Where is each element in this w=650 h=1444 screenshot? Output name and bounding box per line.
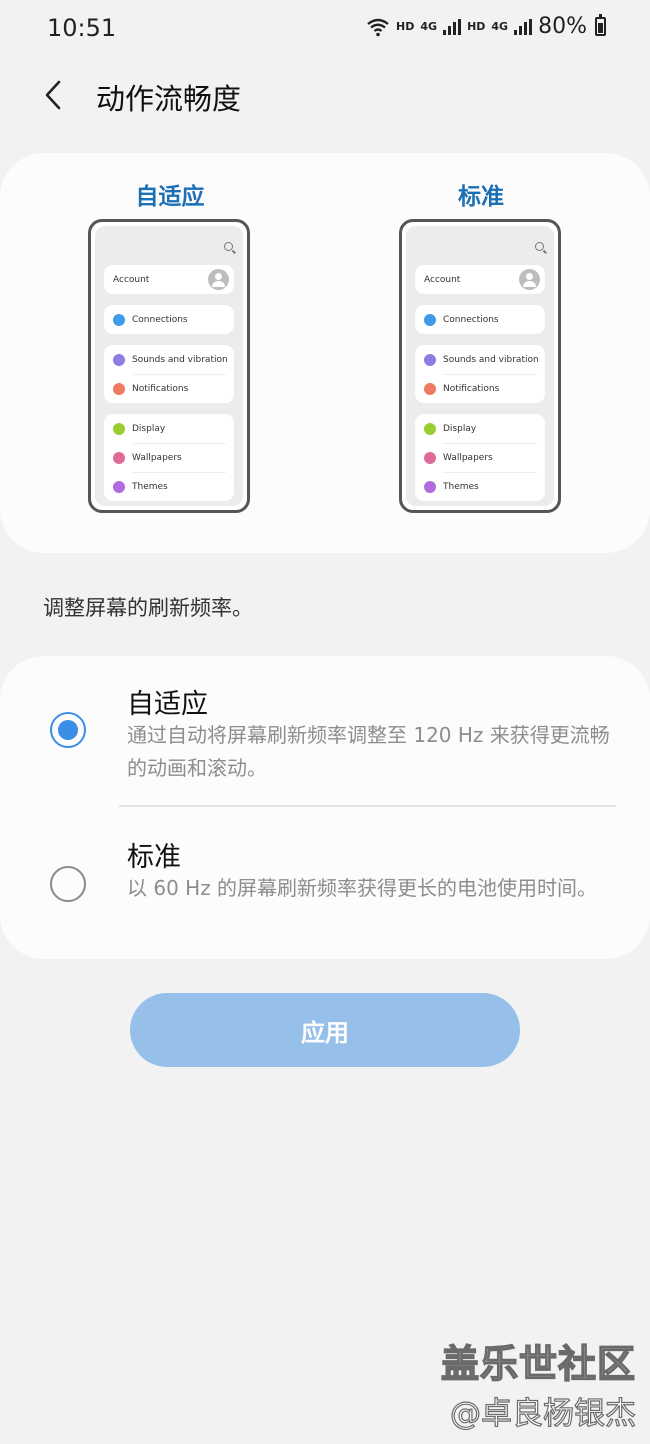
preview-standard: 标准 Account Connections Sounds and vibrat…	[399, 153, 563, 513]
battery-icon	[595, 14, 606, 36]
search-icon	[535, 242, 544, 251]
phone-mockup-adaptive: Account Connections Sounds and vibration…	[88, 219, 250, 513]
search-icon	[224, 242, 233, 251]
bell-icon	[113, 382, 125, 395]
signal-icon-2	[514, 18, 533, 35]
mock-item-account: Account	[104, 265, 234, 294]
speaker-icon	[424, 353, 436, 366]
mock-group-account: Account	[415, 265, 545, 294]
bell-icon	[424, 382, 436, 395]
option-desc-adaptive: 通过自动将屏幕刷新频率调整至 120 Hz 来获得更流畅的动画和滚动。	[127, 723, 610, 780]
mock-group-display: Display Wallpapers Themes	[104, 414, 234, 501]
mock-item-sounds: Sounds and vibration	[104, 345, 234, 374]
mock-item-wallpapers: Wallpapers	[415, 443, 545, 472]
sun-icon	[113, 422, 125, 435]
option-standard[interactable]: 标准 以 60 Hz 的屏幕刷新频率获得更长的电池使用时间。	[0, 808, 650, 959]
avatar-icon	[208, 269, 229, 290]
apply-button[interactable]: 应用	[130, 993, 520, 1067]
status-time: 10:51	[47, 14, 117, 42]
hd-indicator-2: HD	[467, 20, 486, 33]
chevron-left-icon[interactable]	[40, 78, 70, 112]
preview-label-adaptive: 自适应	[135, 184, 205, 210]
image-icon	[424, 451, 436, 464]
option-desc-standard: 以 60 Hz 的屏幕刷新频率获得更长的电池使用时间。	[127, 876, 598, 900]
mock-item-wallpapers: Wallpapers	[104, 443, 234, 472]
mock-group-sound: Sounds and vibration Notifications	[415, 345, 545, 403]
network-type-1: 4G	[420, 20, 438, 33]
mock-group-sound: Sounds and vibration Notifications	[104, 345, 234, 403]
mock-item-notifications: Notifications	[104, 374, 234, 403]
watermark-author: @卓良杨银杰	[449, 1395, 636, 1432]
mock-group-connections: Connections	[104, 305, 234, 334]
mock-item-display: Display	[104, 414, 234, 443]
mock-item-connections: Connections	[415, 305, 545, 334]
options-card: 自适应 通过自动将屏幕刷新频率调整至 120 Hz 来获得更流畅的动画和滚动。 …	[0, 656, 650, 959]
wifi-icon	[424, 313, 436, 326]
option-title-adaptive: 自适应	[127, 689, 208, 720]
preview-adaptive: 自适应 Account Connections Sounds and vibra…	[88, 153, 252, 513]
watermark-community: 盖乐世社区	[440, 1341, 636, 1387]
network-type-2: 4G	[491, 20, 509, 33]
mock-item-sounds: Sounds and vibration	[415, 345, 545, 374]
option-title-standard: 标准	[127, 842, 181, 873]
wifi-icon	[367, 18, 389, 36]
avatar-icon	[519, 269, 540, 290]
mock-group-connections: Connections	[415, 305, 545, 334]
phone-screen: Account Connections Sounds and vibration…	[95, 226, 243, 506]
signal-icon-1	[443, 18, 462, 35]
wifi-icon	[113, 313, 125, 326]
header: 动作流畅度	[0, 70, 650, 120]
mock-item-themes: Themes	[104, 472, 234, 501]
radio-standard[interactable]	[50, 866, 86, 902]
mock-item-themes: Themes	[415, 472, 545, 501]
mock-item-account: Account	[415, 265, 545, 294]
page-title: 动作流畅度	[96, 82, 242, 116]
preview-label-standard: 标准	[458, 184, 504, 210]
hd-indicator-1: HD	[396, 20, 415, 33]
mock-group-account: Account	[104, 265, 234, 294]
radio-adaptive[interactable]	[50, 712, 86, 748]
option-divider	[119, 805, 616, 807]
preview-card: 自适应 Account Connections Sounds and vibra…	[0, 153, 650, 553]
speaker-icon	[113, 353, 125, 366]
mock-group-display: Display Wallpapers Themes	[415, 414, 545, 501]
mock-item-display: Display	[415, 414, 545, 443]
option-adaptive[interactable]: 自适应 通过自动将屏幕刷新频率调整至 120 Hz 来获得更流畅的动画和滚动。	[0, 656, 650, 806]
image-icon	[113, 451, 125, 464]
status-bar: 10:51 HD 4G HD 4G 80%	[0, 0, 650, 58]
phone-screen: Account Connections Sounds and vibration…	[406, 226, 554, 506]
status-icons: HD 4G HD 4G 80%	[366, 14, 606, 39]
battery-percent: 80%	[538, 14, 587, 39]
refresh-rate-description: 调整屏幕的刷新频率。	[43, 596, 253, 620]
brush-icon	[113, 480, 125, 493]
mock-item-notifications: Notifications	[415, 374, 545, 403]
brush-icon	[424, 480, 436, 493]
sun-icon	[424, 422, 436, 435]
phone-mockup-standard: Account Connections Sounds and vibration…	[399, 219, 561, 513]
mock-item-connections: Connections	[104, 305, 234, 334]
